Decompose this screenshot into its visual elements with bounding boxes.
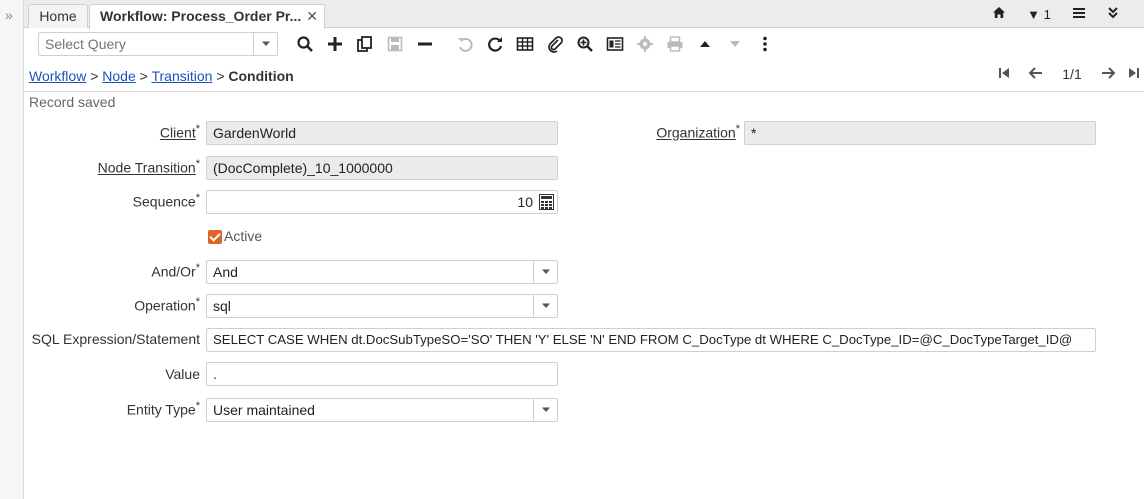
- breadcrumb-workflow-link[interactable]: Workflow: [29, 68, 86, 84]
- select-query-input[interactable]: [39, 33, 253, 55]
- breadcrumb-separator: >: [90, 68, 99, 84]
- operation-select[interactable]: sql: [206, 294, 558, 318]
- tab-home[interactable]: Home: [28, 4, 88, 28]
- breadcrumb-node-link[interactable]: Node: [102, 68, 135, 84]
- breadcrumb: Workflow > Node > Transition > Condition: [29, 68, 294, 84]
- previous-record-icon[interactable]: [1020, 66, 1052, 82]
- next-record-icon[interactable]: [1092, 66, 1124, 82]
- and-or-value: And: [213, 264, 238, 280]
- save-icon: [380, 32, 410, 56]
- chevron-down-icon[interactable]: [533, 261, 557, 283]
- open-windows-dropdown[interactable]: ▼ 1: [1016, 7, 1062, 22]
- organization-field: *: [744, 121, 1096, 145]
- zoom-across-icon[interactable]: [570, 32, 600, 56]
- copy-record-icon[interactable]: [350, 32, 380, 56]
- window-controls: ▼ 1: [982, 0, 1130, 28]
- home-icon[interactable]: [982, 6, 1016, 22]
- header-divider: [24, 91, 1144, 92]
- breadcrumb-separator: >: [139, 68, 148, 84]
- node-transition-label: Node Transition*: [97, 158, 200, 176]
- sequence-value: 10: [517, 194, 533, 210]
- record-navigation: 1/1: [988, 66, 1144, 82]
- new-record-icon[interactable]: [320, 32, 350, 56]
- entity-type-label: Entity Type*: [126, 400, 200, 418]
- select-query-combobox[interactable]: [38, 32, 278, 56]
- client-label: Client*: [159, 123, 200, 141]
- breadcrumb-current: Condition: [228, 68, 294, 84]
- and-or-select[interactable]: And: [206, 260, 558, 284]
- operation-label: Operation*: [134, 296, 200, 314]
- previous-record-arrow-icon[interactable]: [690, 32, 720, 56]
- process-gear-icon: [630, 32, 660, 56]
- breadcrumb-transition-link[interactable]: Transition: [151, 68, 212, 84]
- refresh-icon[interactable]: [480, 32, 510, 56]
- status-message: Record saved: [29, 94, 116, 110]
- print-icon: [660, 32, 690, 56]
- attachment-icon[interactable]: [540, 32, 570, 56]
- record-position: 1/1: [1062, 66, 1082, 82]
- more-options-icon[interactable]: [750, 32, 780, 56]
- open-windows-count: 1: [1043, 6, 1051, 22]
- report-icon[interactable]: [600, 32, 630, 56]
- delete-record-icon[interactable]: [410, 32, 440, 56]
- node-transition-field: (DocComplete)_10_1000000: [206, 156, 558, 180]
- sql-expression-label: SQL Expression/Statement: [31, 331, 200, 347]
- undo-icon: [450, 32, 480, 56]
- active-checkbox[interactable]: [208, 230, 222, 244]
- last-record-icon[interactable]: [1124, 66, 1144, 82]
- chevron-down-icon[interactable]: [533, 399, 557, 421]
- close-tab-icon[interactable]: ✕: [306, 5, 318, 28]
- expand-sidebar-icon[interactable]: »: [5, 7, 13, 23]
- first-record-icon[interactable]: [988, 66, 1020, 82]
- collapse-all-icon[interactable]: [1096, 6, 1130, 22]
- client-field: GardenWorld: [206, 121, 558, 145]
- tab-workflow-label: Workflow: Process_Order Pr...: [100, 8, 302, 24]
- entity-type-select[interactable]: User maintained: [206, 398, 558, 422]
- entity-type-value: User maintained: [213, 402, 315, 418]
- collapsed-sidebar: »: [0, 0, 24, 499]
- organization-label: Organization*: [656, 123, 740, 141]
- active-label: Active: [224, 228, 263, 244]
- grid-toggle-icon[interactable]: [510, 32, 540, 56]
- tab-bar: Home Workflow: Process_Order Pr... ✕ ▼ 1: [24, 0, 1144, 29]
- sequence-label: Sequence*: [132, 192, 200, 210]
- calculator-icon[interactable]: [539, 194, 554, 213]
- sequence-field[interactable]: 10: [206, 190, 558, 214]
- operation-value: sql: [213, 298, 231, 314]
- tab-workflow[interactable]: Workflow: Process_Order Pr... ✕: [89, 4, 325, 29]
- menu-icon[interactable]: [1062, 7, 1096, 22]
- toolbar: [24, 28, 1144, 64]
- chevron-down-icon: ▼: [1027, 6, 1040, 22]
- next-record-arrow-icon: [720, 32, 750, 56]
- sql-expression-field[interactable]: SELECT CASE WHEN dt.DocSubTypeSO='SO' TH…: [206, 328, 1096, 352]
- select-query-dropdown-button[interactable]: [253, 33, 277, 55]
- and-or-label: And/Or*: [151, 262, 200, 280]
- search-icon[interactable]: [290, 32, 320, 56]
- chevron-down-icon[interactable]: [533, 295, 557, 317]
- breadcrumb-separator: >: [216, 68, 225, 84]
- value-label: Value: [165, 366, 200, 382]
- value-field[interactable]: .: [206, 362, 558, 386]
